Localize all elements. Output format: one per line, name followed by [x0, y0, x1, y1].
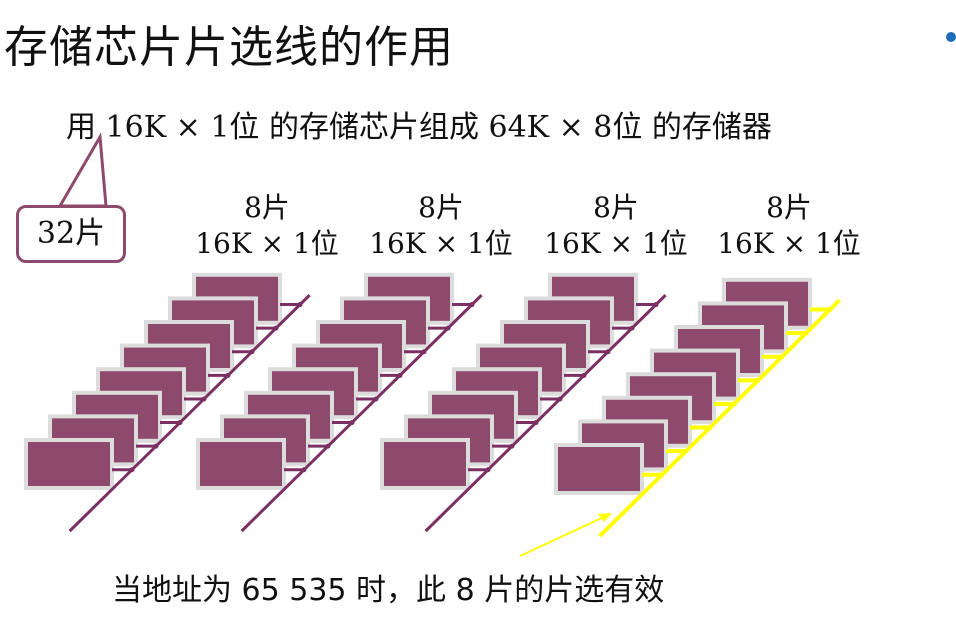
selection-arrow-head [598, 513, 612, 522]
callout-box: 32片 [16, 205, 126, 263]
group-spec: 16K × 1位 [369, 227, 513, 260]
chip-diagram [24, 132, 842, 557]
group-label-4: 8片 16K × 1位 [714, 190, 864, 262]
memory-chip [24, 438, 114, 490]
callout-pointer [57, 132, 108, 208]
bottom-note: 当地址为 65 535 时，此 8 片的片选有效 [112, 573, 665, 608]
chip-groups [24, 272, 842, 538]
group-spec: 16K × 1位 [717, 227, 861, 260]
group-spec: 16K × 1位 [544, 227, 688, 260]
callout-text: 32片 [36, 216, 106, 251]
group-count: 8片 [766, 191, 812, 224]
memory-chip [554, 443, 644, 495]
group-count: 8片 [593, 191, 639, 224]
group-count: 8片 [418, 191, 464, 224]
group-count: 8片 [244, 191, 290, 224]
memory-chip [380, 438, 470, 490]
group-label-2: 8片 16K × 1位 [366, 190, 516, 262]
group-spec: 16K × 1位 [195, 227, 339, 260]
selection-arrow-line [519, 515, 607, 557]
group-label-3: 8片 16K × 1位 [541, 190, 691, 262]
memory-chip [196, 438, 286, 490]
group-label-1: 8片 16K × 1位 [192, 190, 342, 262]
